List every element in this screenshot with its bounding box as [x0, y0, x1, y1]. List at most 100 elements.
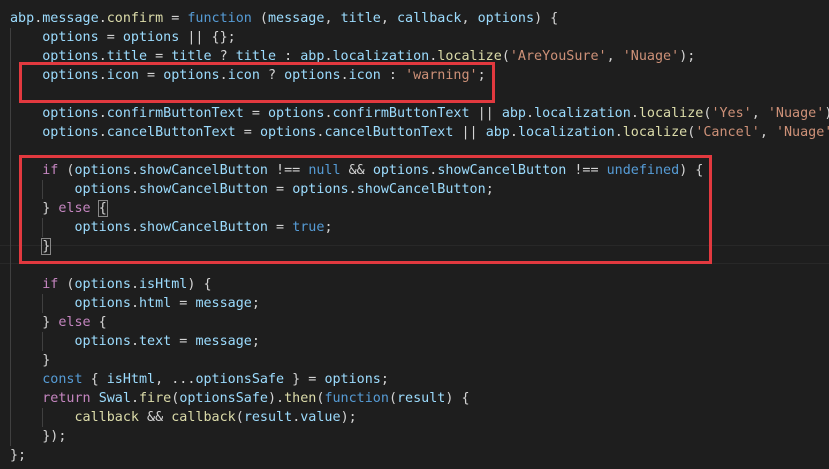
code-line[interactable]: options.html = message;	[10, 294, 260, 313]
code-token: ,	[380, 11, 397, 26]
code-line[interactable]: const { isHtml, ...optionsSafe } = optio…	[10, 370, 389, 389]
code-token: ) {	[445, 391, 470, 406]
code-token: callback	[397, 11, 462, 26]
code-token: Swal	[98, 391, 131, 406]
code-token: value	[300, 410, 341, 425]
code-token: confirmButtonText	[332, 106, 470, 121]
code-token: localization	[534, 106, 631, 121]
code-token: .	[98, 11, 107, 26]
code-token: title	[340, 11, 381, 26]
code-token: };	[10, 448, 27, 463]
code-token: );	[340, 410, 357, 425]
code-token: options	[268, 106, 325, 121]
code-token: ,	[606, 49, 623, 64]
code-token: html	[139, 296, 172, 311]
code-token: message	[42, 11, 99, 26]
code-line[interactable]: });	[10, 427, 66, 446]
code-token: message	[195, 296, 252, 311]
code-token: return	[42, 391, 91, 406]
code-token: );	[679, 49, 696, 64]
code-token: 'Nuage'	[622, 49, 680, 64]
code-editor[interactable]: abp.message.confirm = function (message,…	[0, 0, 829, 469]
code-token: options	[42, 125, 99, 140]
code-token: message	[195, 334, 252, 349]
code-token: (	[501, 49, 510, 64]
code-token: (	[58, 277, 75, 292]
code-line[interactable]: if (options.isHtml) {	[10, 275, 212, 294]
code-token: .	[130, 334, 139, 349]
code-token: abp	[10, 11, 35, 26]
code-token: ;	[251, 334, 260, 349]
code-token: }	[42, 353, 51, 368]
code-token: 'Cancel'	[695, 125, 760, 140]
code-token: .	[324, 106, 333, 121]
code-line[interactable]: } else {	[10, 313, 107, 332]
code-token: text	[139, 334, 172, 349]
code-line[interactable]: options.confirmButtonText = options.conf…	[10, 104, 829, 123]
code-token: options	[74, 296, 131, 311]
code-token: .	[130, 277, 139, 292]
code-token: =	[235, 125, 260, 140]
code-line[interactable]: abp.message.confirm = function (message,…	[10, 9, 558, 28]
code-token: cancelButtonText	[324, 125, 454, 140]
code-token: .	[630, 106, 639, 121]
code-token: abp	[501, 106, 526, 121]
code-token: cancelButtonText	[106, 125, 236, 140]
code-token: else	[58, 315, 91, 330]
code-token: options	[74, 277, 131, 292]
code-token: {	[90, 315, 107, 330]
code-token: (	[235, 410, 244, 425]
code-token: ,	[759, 125, 776, 140]
code-token: .	[130, 391, 139, 406]
code-token: result	[243, 410, 293, 425]
code-token: 'AreYouSure'	[509, 49, 607, 64]
code-token: ) {	[534, 11, 559, 26]
code-token: localize	[622, 125, 688, 140]
code-line[interactable]: callback && callback(result.value);	[10, 408, 357, 427]
code-token: .	[130, 296, 139, 311]
code-token: options	[74, 334, 131, 349]
code-token: if	[42, 277, 59, 292]
code-token: optionsSafe	[195, 372, 285, 387]
code-line[interactable]: }	[10, 351, 50, 370]
code-line[interactable]: options.cancelButtonText = options.cance…	[10, 123, 829, 142]
code-token: function	[324, 391, 389, 406]
code-token: then	[284, 391, 317, 406]
code-token: ;	[251, 296, 260, 311]
code-line[interactable]: options.text = message;	[10, 332, 260, 351]
code-token: (	[388, 391, 397, 406]
code-token: ) {	[187, 277, 212, 292]
code-line[interactable]: options = options || {};	[10, 28, 236, 47]
code-token: {	[82, 372, 107, 387]
code-token: message	[268, 11, 325, 26]
code-token: options	[259, 125, 317, 140]
code-token: confirm	[106, 11, 164, 26]
code-token: =	[163, 11, 188, 26]
code-token: ).	[268, 391, 285, 406]
code-token: callback	[74, 410, 140, 425]
code-token: isHtml	[139, 277, 188, 292]
code-token: 'Nuage'	[767, 106, 825, 121]
code-token: fire	[139, 391, 172, 406]
code-token: 'Nuage'	[775, 125, 829, 140]
code-token: || {};	[179, 30, 236, 45]
code-token: );	[824, 106, 829, 121]
code-line[interactable]: return Swal.fire(optionsSafe).then(funct…	[10, 389, 470, 408]
code-token: confirmButtonText	[106, 106, 244, 121]
code-token: result	[397, 391, 446, 406]
code-token: localization	[517, 125, 615, 140]
code-token: ,	[461, 11, 478, 26]
code-token: &&	[139, 410, 172, 425]
code-token: 'Yes'	[711, 106, 752, 121]
code-line[interactable]: };	[10, 446, 26, 465]
